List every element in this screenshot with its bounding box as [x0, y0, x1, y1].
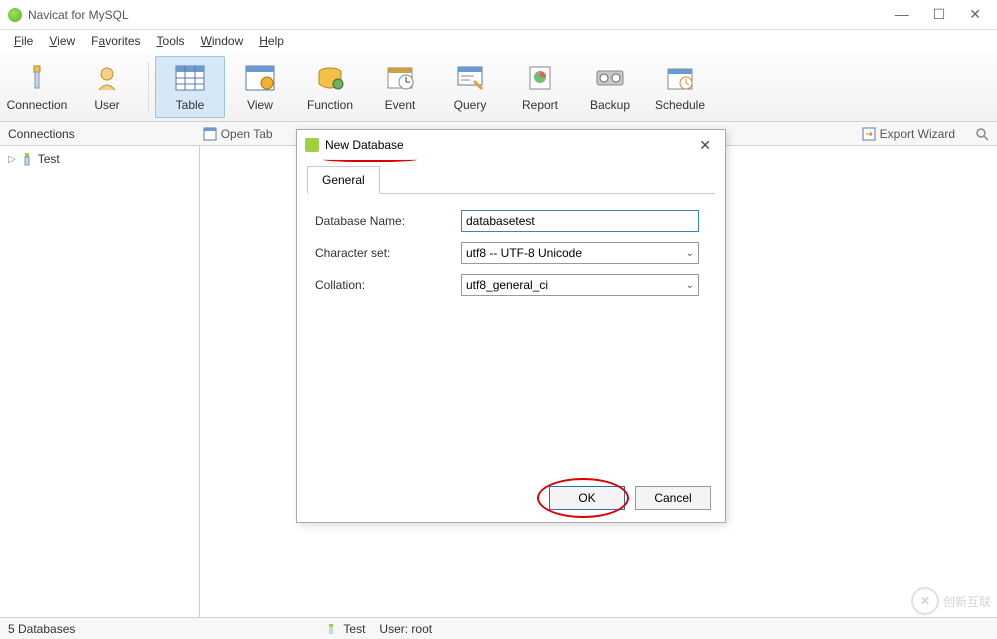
- db-name-input[interactable]: [461, 210, 699, 232]
- toolbar-report[interactable]: Report: [505, 56, 575, 118]
- toolbar-label: View: [247, 98, 273, 112]
- connection-icon: [21, 62, 53, 94]
- cancel-button[interactable]: Cancel: [635, 486, 711, 510]
- menu-favorites[interactable]: Favorites: [85, 32, 146, 50]
- toolbar-label: User: [94, 98, 119, 112]
- toolbar-event[interactable]: Event: [365, 56, 435, 118]
- title-bar: Navicat for MySQL — ☐ ✕: [0, 0, 997, 30]
- menu-window[interactable]: Window: [195, 32, 250, 50]
- toolbar-connection[interactable]: Connection: [2, 56, 72, 118]
- connection-tree-item[interactable]: ▷ Test: [4, 150, 195, 168]
- function-icon: [314, 62, 346, 94]
- backup-icon: [594, 62, 626, 94]
- report-icon: [524, 62, 556, 94]
- close-button[interactable]: ✕: [969, 6, 981, 23]
- search-icon[interactable]: [975, 127, 989, 141]
- toolbar-label: Connection: [7, 98, 68, 112]
- toolbar-user[interactable]: User: [72, 56, 142, 118]
- open-table-button[interactable]: Open Tab: [203, 127, 273, 141]
- menu-view[interactable]: View: [43, 32, 81, 50]
- dialog-buttons: OK Cancel: [549, 486, 711, 510]
- status-bar: 5 Databases Test User: root: [0, 617, 997, 639]
- toolbar-label: Event: [385, 98, 416, 112]
- annotation-underline: [323, 156, 417, 162]
- toolbar-view[interactable]: View: [225, 56, 295, 118]
- app-icon: [8, 8, 22, 22]
- schedule-icon: [664, 62, 696, 94]
- toolbar-query[interactable]: Query: [435, 56, 505, 118]
- toolbar-label: Schedule: [655, 98, 705, 112]
- table-icon: [174, 62, 206, 94]
- chevron-down-icon: ⌄: [686, 280, 694, 291]
- ok-button[interactable]: OK: [549, 486, 625, 510]
- status-connection: Test User: root: [325, 622, 432, 636]
- menu-bar: File View Favorites Tools Window Help: [0, 30, 997, 52]
- collation-select[interactable]: utf8_general_ci ⌄: [461, 274, 699, 296]
- toolbar-function[interactable]: Function: [295, 56, 365, 118]
- connections-panel-label: Connections: [0, 127, 83, 141]
- toolbar-label: Function: [307, 98, 353, 112]
- toolbar-label: Table: [176, 98, 205, 112]
- new-database-dialog: New Database ✕ General Database Name: Ch…: [296, 129, 726, 523]
- status-user: User: root: [379, 622, 432, 636]
- export-wizard-button[interactable]: Export Wizard: [862, 127, 955, 141]
- menu-help[interactable]: Help: [253, 32, 290, 50]
- window-controls: — ☐ ✕: [895, 6, 989, 23]
- charset-label: Character set:: [315, 246, 461, 260]
- toolbar-backup[interactable]: Backup: [575, 56, 645, 118]
- event-icon: [384, 62, 416, 94]
- maximize-button[interactable]: ☐: [933, 6, 946, 23]
- plug-icon: [20, 152, 34, 166]
- expand-icon[interactable]: ▷: [8, 154, 16, 165]
- dialog-body: General Database Name: Character set: ut…: [297, 160, 725, 332]
- watermark-icon: ✕: [911, 587, 939, 615]
- charset-select[interactable]: utf8 -- UTF-8 Unicode ⌄: [461, 242, 699, 264]
- menu-tools[interactable]: Tools: [151, 32, 191, 50]
- toolbar-separator: [148, 62, 149, 112]
- export-icon: [862, 127, 876, 141]
- table-small-icon: [203, 127, 217, 141]
- plug-small-icon: [325, 623, 337, 635]
- toolbar-label: Query: [454, 98, 487, 112]
- collation-label: Collation:: [315, 278, 461, 292]
- status-db-count: 5 Databases: [8, 622, 75, 636]
- toolbar-table[interactable]: Table: [155, 56, 225, 118]
- dialog-close-button[interactable]: ✕: [693, 137, 717, 154]
- window-title: Navicat for MySQL: [28, 8, 129, 22]
- chevron-down-icon: ⌄: [686, 248, 694, 259]
- view-icon: [244, 62, 276, 94]
- watermark: ✕ 创新互联: [911, 587, 991, 615]
- menu-file[interactable]: File: [8, 32, 39, 50]
- toolbar-label: Report: [522, 98, 558, 112]
- dialog-title: New Database: [325, 138, 404, 152]
- toolbar-schedule[interactable]: Schedule: [645, 56, 715, 118]
- dialog-form: Database Name: Character set: utf8 -- UT…: [307, 194, 715, 322]
- query-icon: [454, 62, 486, 94]
- user-icon: [91, 62, 123, 94]
- main-toolbar: Connection User Table View Function Even…: [0, 52, 997, 122]
- database-icon: [305, 138, 319, 152]
- tab-general[interactable]: General: [307, 166, 380, 194]
- dialog-tabs: General: [307, 166, 715, 194]
- connection-name: Test: [38, 152, 60, 166]
- toolbar-label: Backup: [590, 98, 630, 112]
- minimize-button[interactable]: —: [895, 6, 909, 23]
- connections-sidebar: ▷ Test: [0, 146, 200, 617]
- db-name-label: Database Name:: [315, 214, 461, 228]
